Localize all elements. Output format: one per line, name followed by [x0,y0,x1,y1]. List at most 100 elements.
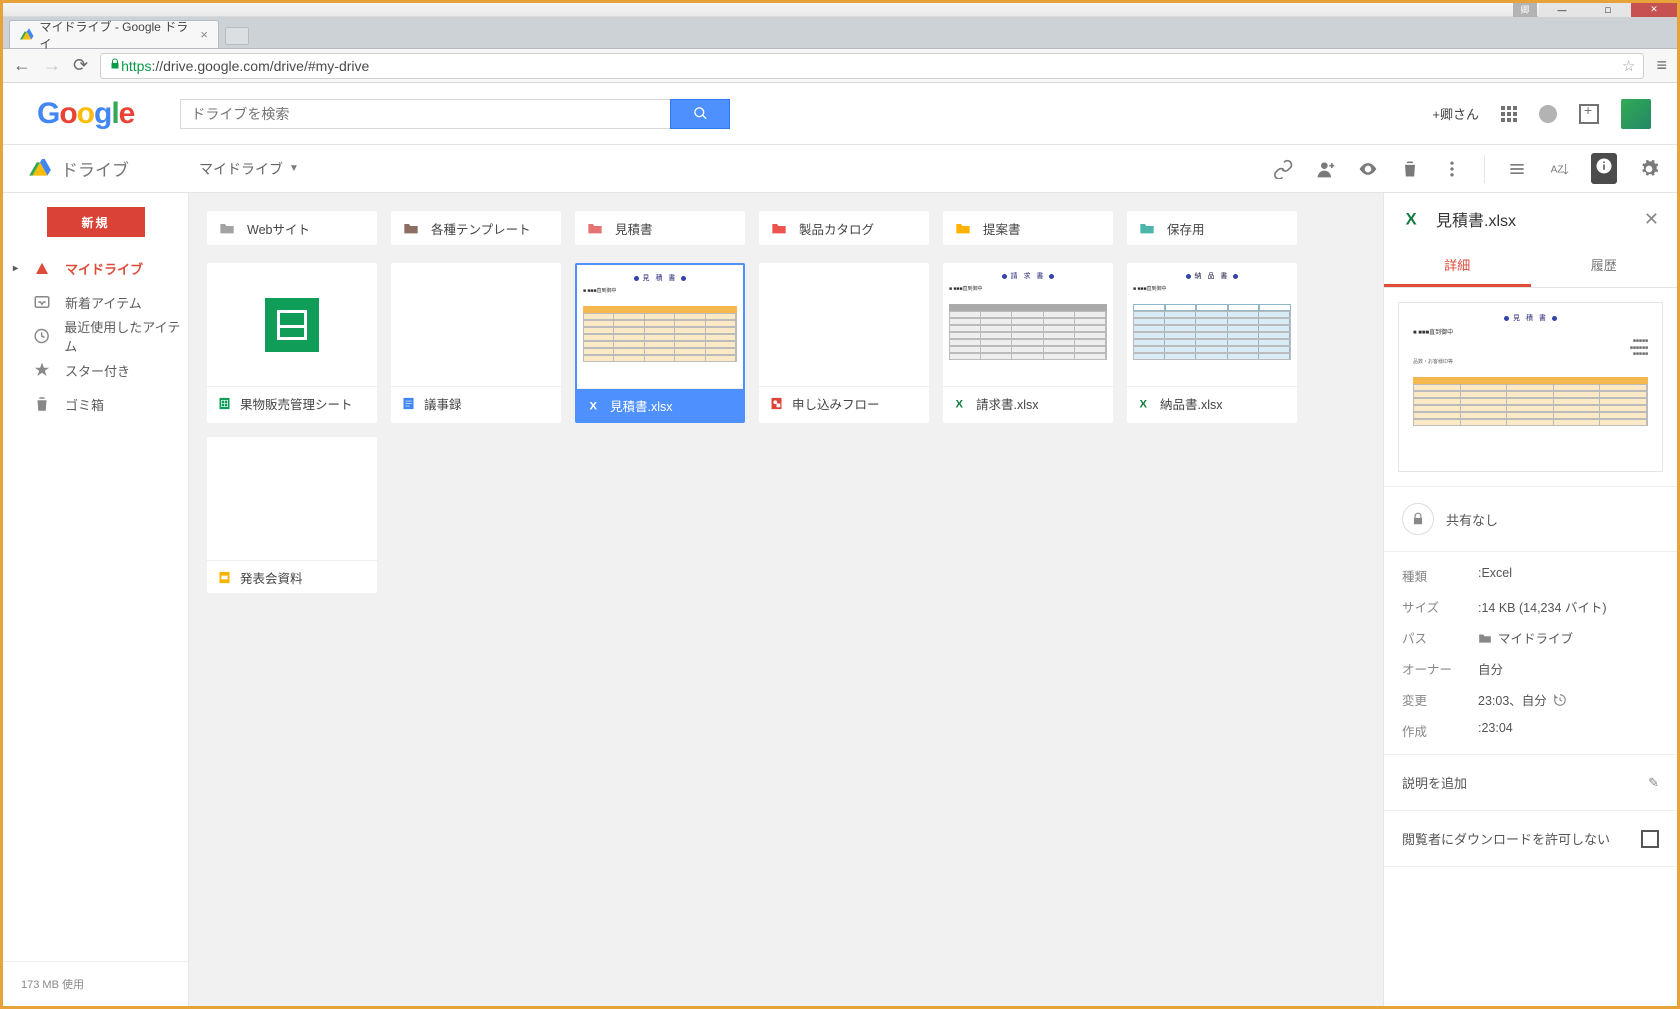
file-card[interactable]: 申し込みフロー [759,263,929,423]
window-minimize-button[interactable]: — [1539,3,1585,17]
window-maximize-button[interactable]: □ [1585,3,1631,17]
folder-chip[interactable]: 各種テンプレート [391,211,561,245]
tab-activity[interactable]: 履歴 [1531,245,1678,287]
folder-icon [1478,632,1492,644]
prevent-download-row[interactable]: 閲覧者にダウンロードを許可しない [1384,811,1677,867]
inbox-icon [33,293,51,311]
browser-tab-title: マイドライブ - Google ドライ [40,18,195,52]
forward-button[interactable]: → [43,55,61,76]
bookmark-star-icon[interactable]: ☆ [1622,57,1635,75]
new-button[interactable]: 新規 [47,207,145,237]
meta-key-size: サイズ [1402,597,1478,616]
file-card[interactable]: 発表会資料 [207,437,377,593]
sidebar-item-starred[interactable]: スター付き [3,353,188,387]
meta-val-path[interactable]: マイドライブ [1478,628,1659,647]
search-button[interactable] [670,99,730,129]
share-status[interactable]: 共有なし [1384,486,1677,552]
sort-az-icon[interactable]: AZ [1549,159,1569,179]
file-metadata: 種類:Excel サイズ:14 KB (14,234 バイト) パス マイドライ… [1384,552,1677,755]
file-card[interactable]: 議事録 [391,263,561,423]
browser-menu-icon[interactable]: ≡ [1656,55,1667,76]
sidebar-item-incoming[interactable]: 新着アイテム [3,285,188,319]
new-tab-button[interactable] [225,27,249,45]
folder-chip[interactable]: 製品カタログ [759,211,929,245]
sidebar-item-label: ゴミ箱 [65,395,104,414]
file-card[interactable]: 果物販売管理シート [207,263,377,423]
file-preview[interactable]: 見 積 書 ■ ■■■直到御中 ■■■■■■■■■■■■■■■■ 品数・お客様I… [1398,302,1663,472]
account-name[interactable]: +卿さん [1432,104,1479,123]
folder-chip[interactable]: 保存用 [1127,211,1297,245]
details-title: 見積書.xlsx [1436,207,1632,231]
google-logo[interactable]: Google [37,97,134,131]
meta-key-path: パス [1402,628,1478,647]
window-tag: 卿 [1513,3,1537,17]
docs-icon [401,396,416,411]
excel-icon: X [1137,396,1152,411]
preview-eye-icon[interactable] [1358,159,1378,179]
breadcrumb-root: マイドライブ [199,159,283,179]
folder-chip[interactable]: Webサイト [207,211,377,245]
history-icon[interactable] [1553,693,1567,707]
file-card[interactable]: 納 品 書 ■ ■■■直到御中 X納品書.xlsx [1127,263,1297,423]
file-name: 請求書.xlsx [976,394,1039,413]
folder-icon [403,221,419,235]
info-button-active[interactable] [1591,153,1617,184]
profile-avatar[interactable] [1621,99,1651,129]
search-input[interactable] [180,99,670,129]
sidebar-item-trash[interactable]: ゴミ箱 [3,387,188,421]
tab-details[interactable]: 詳細 [1384,245,1531,287]
notifications-icon[interactable] [1539,105,1557,123]
details-panel: X 見積書.xlsx ✕ 詳細 履歴 見 積 書 ■ ■■■直到御中 ■■■■■… [1383,193,1677,1006]
drive-favicon-icon [20,28,34,42]
prevent-download-label: 閲覧者にダウンロードを許可しない [1402,829,1610,848]
folder-chip[interactable]: 提案書 [943,211,1113,245]
file-name: 納品書.xlsx [1160,394,1223,413]
close-icon[interactable]: ✕ [1644,209,1659,230]
meta-key-owner: オーナー [1402,659,1478,678]
folder-chip[interactable]: 見積書 [575,211,745,245]
browser-toolbar: ← → ⟳ https ://drive.google.com/drive/#m… [3,49,1677,83]
meta-key-modified: 変更 [1402,690,1478,709]
sidebar-item-label: 最近使用したアイテム [64,317,188,355]
sheets-icon [217,396,232,411]
folder-icon [771,221,787,235]
more-vert-icon[interactable] [1442,159,1462,179]
meta-val-modified: 23:03、自分 [1478,690,1659,709]
window-close-button[interactable]: ✕ [1631,3,1677,17]
file-grid: Webサイト各種テンプレート 見積書 製品カタログ 提案書 保存用 果物販売管理シート議… [189,193,1383,1006]
settings-gear-icon[interactable] [1639,159,1659,179]
pencil-icon[interactable]: ✎ [1648,775,1659,791]
action-bar: ドライブ マイドライブ ▼ AZ [3,145,1677,193]
link-icon[interactable] [1274,159,1294,179]
folder-icon [1139,221,1155,235]
address-bar[interactable]: https ://drive.google.com/drive/#my-driv… [100,53,1644,79]
share-plus-icon[interactable] [1579,104,1599,124]
folder-name: 提案書 [983,219,1021,238]
file-name: 発表会資料 [240,568,303,587]
drawings-icon [769,396,784,411]
trash-icon [33,395,51,413]
lock-icon [1411,512,1425,526]
sidebar-item-recent[interactable]: 最近使用したアイテム [3,319,188,353]
trash-icon[interactable] [1400,159,1420,179]
browser-tab[interactable]: マイドライブ - Google ドライ × [9,20,219,48]
checkbox-empty-icon[interactable] [1641,830,1659,848]
folder-icon [587,221,603,235]
folder-name: 見積書 [615,219,653,238]
file-card[interactable]: 請 求 書 ■ ■■■直到御中 X請求書.xlsx [943,263,1113,423]
file-card[interactable]: 見 積 書 ■ ■■■直到御中 X見積書.xlsx [575,263,745,423]
breadcrumb[interactable]: マイドライブ ▼ [199,159,299,179]
meta-key-created: 作成 [1402,721,1478,740]
sidebar-item-mydrive[interactable]: マイドライブ [3,251,188,285]
folder-icon [219,221,235,235]
description-row[interactable]: 説明を追加 ✎ [1384,755,1677,811]
chevron-down-icon: ▼ [289,163,299,174]
list-view-icon[interactable] [1507,159,1527,179]
file-name: 見積書.xlsx [610,396,673,415]
window-titlebar: 卿 — □ ✕ [3,3,1677,17]
apps-grid-icon[interactable] [1501,106,1517,122]
tab-close-icon[interactable]: × [200,27,208,42]
add-person-icon[interactable] [1316,159,1336,179]
reload-button[interactable]: ⟳ [73,55,88,76]
back-button[interactable]: ← [13,55,31,76]
